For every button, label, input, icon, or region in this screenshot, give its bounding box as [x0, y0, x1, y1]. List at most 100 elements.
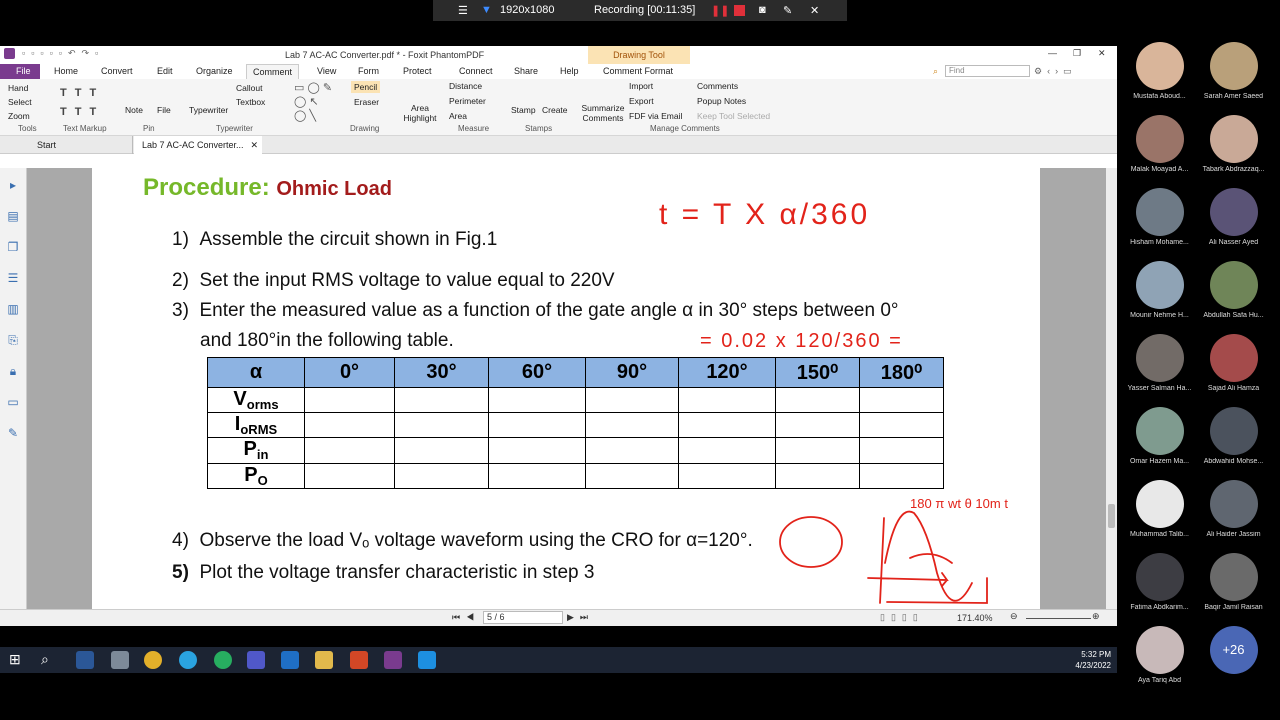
zoom-slider[interactable] — [1026, 618, 1091, 619]
nav-icons[interactable]: ⚙‹›▭ — [1034, 66, 1077, 77]
area-button[interactable]: Area — [449, 111, 467, 121]
tab-start[interactable]: Start — [28, 136, 133, 154]
perimeter-button[interactable]: Perimeter — [449, 96, 486, 106]
comments-dropdown[interactable]: Comments — [697, 81, 738, 91]
stop-icon[interactable] — [734, 5, 745, 16]
camera-icon[interactable]: ◙ — [759, 4, 766, 16]
participant-tile[interactable]: Malak Moayad A... — [1123, 115, 1196, 173]
scrollbar-thumb[interactable] — [1108, 504, 1115, 528]
telegram-icon[interactable] — [179, 651, 197, 669]
menu-home[interactable]: Home — [54, 66, 78, 76]
page-number-input[interactable]: 5 / 6 — [483, 611, 563, 624]
participant-tile[interactable]: Omar Hazem Ma... — [1123, 407, 1196, 465]
tool-select[interactable]: Select — [8, 97, 32, 107]
whatsapp-icon[interactable] — [214, 651, 232, 669]
minimize-button[interactable]: — — [1048, 48, 1057, 58]
close-button[interactable]: ✕ — [1098, 48, 1106, 59]
pencil-button[interactable]: Pencil — [351, 81, 381, 93]
popup-notes-dropdown[interactable]: Popup Notes — [697, 96, 746, 106]
participant-tile[interactable]: Sarah Amer Saeed — [1197, 42, 1270, 100]
view-mode-icons[interactable]: ▯▯▯▯ — [880, 612, 924, 623]
page-nav-next[interactable]: ▶⏭ — [567, 612, 594, 623]
pause-icon[interactable]: ❚❚ — [711, 4, 729, 17]
pin-file[interactable]: File — [157, 105, 171, 115]
participant-tile[interactable]: Baqir Jamil Raisan — [1197, 553, 1270, 611]
fdf-email-button[interactable]: FDF via Email — [629, 111, 682, 121]
powerpoint-icon[interactable] — [350, 651, 368, 669]
tool-hand[interactable]: Hand — [8, 83, 28, 93]
textbox-button[interactable]: Textbox — [236, 97, 265, 107]
file-explorer-icon[interactable] — [315, 651, 333, 669]
participant-tile[interactable]: Hisham Mohame... — [1123, 188, 1196, 246]
outlook-icon[interactable] — [281, 651, 299, 669]
menu-protect[interactable]: Protect — [403, 66, 432, 76]
participant-tile[interactable]: Tabark Abdrazzaq... — [1197, 115, 1270, 173]
menu-connect[interactable]: Connect — [459, 66, 493, 76]
keep-tool-selected[interactable]: Keep Tool Selected — [697, 111, 770, 121]
windows-start-icon[interactable]: ⊞ — [9, 651, 27, 669]
stamp-button[interactable]: Stamp — [511, 105, 536, 115]
find-input[interactable]: Find — [945, 65, 1030, 77]
menu-file[interactable]: File — [0, 64, 40, 79]
participant-tile[interactable]: Yasser Salman Ha... — [1123, 334, 1196, 392]
menu-comment[interactable]: Comment — [246, 64, 300, 79]
text-markup-icons-2[interactable]: TTT — [60, 106, 104, 118]
participant-tile[interactable]: Ali Nasser Ayed — [1197, 188, 1270, 246]
menu-convert[interactable]: Convert — [101, 66, 133, 76]
maximize-button[interactable]: ❐ — [1073, 48, 1081, 59]
import-button[interactable]: Import — [629, 81, 653, 91]
export-button[interactable]: Export — [629, 96, 654, 106]
menu-icon[interactable]: ☰ — [458, 4, 468, 17]
foxit-icon[interactable] — [384, 651, 402, 669]
menu-organize[interactable]: Organize — [196, 66, 233, 76]
participant-tile[interactable]: Muhammad Talib... — [1123, 480, 1196, 538]
text-markup-icons[interactable]: TTT — [60, 87, 104, 99]
eraser-button[interactable]: Eraser — [354, 97, 379, 107]
participant-tile[interactable]: Mustafa Aboud... — [1123, 42, 1196, 100]
vertical-scrollbar[interactable] — [1106, 168, 1117, 609]
search-icon[interactable]: ⌕ — [41, 651, 59, 669]
page-nav-prev[interactable]: ⏮◀ — [452, 612, 480, 623]
tool-zoom[interactable]: Zoom — [8, 111, 30, 121]
avatar — [1135, 115, 1184, 163]
sidebar-icons[interactable]: ▸ ▤ ❐ ☰ ▥ ⎘ 🔒︎ ▭ ✎ — [0, 168, 26, 449]
area-highlight-button[interactable]: Area Highlight — [402, 103, 438, 123]
close-icon[interactable]: ✕ — [810, 4, 819, 17]
menu-share[interactable]: Share — [514, 66, 538, 76]
participant-tile[interactable]: Fatima Abdkarim... — [1123, 553, 1196, 611]
menu-edit[interactable]: Edit — [157, 66, 173, 76]
summarize-comments-button[interactable]: Summarize Comments — [581, 103, 625, 123]
group-label: Stamps — [525, 124, 553, 133]
create-button[interactable]: Create — [542, 105, 568, 115]
zoom-out-icon[interactable]: ⊖ — [1010, 611, 1018, 622]
zoom-in-icon[interactable]: ⊕ — [1092, 611, 1100, 622]
participant-tile[interactable]: Abdullah Safa Hu... — [1197, 261, 1270, 319]
chrome-icon[interactable] — [144, 651, 162, 669]
participant-tile[interactable]: Aya Tariq Abd — [1123, 626, 1196, 684]
pen-icon[interactable]: ✎ — [783, 4, 792, 17]
menu-help[interactable]: Help — [560, 66, 579, 76]
document-tabs: Start Lab 7 AC-AC Converter... ✕ — [0, 136, 1117, 154]
callout-button[interactable]: Callout — [236, 83, 262, 93]
participant-tile[interactable]: Abdwahid Mohse... — [1197, 407, 1270, 465]
pin-icon[interactable]: ▼ — [481, 4, 492, 16]
quick-access-icons[interactable]: ▫▫▫▫▫↶↷▫ — [22, 48, 104, 59]
menu-comment-format[interactable]: Comment Format — [603, 66, 673, 76]
typewriter-button[interactable]: Typewriter — [189, 105, 228, 115]
more-participants-button[interactable]: +26 — [1197, 626, 1270, 674]
close-tab-icon[interactable]: ✕ — [250, 140, 258, 151]
participant-tile[interactable]: Sajad Ali Hamza — [1197, 334, 1270, 392]
avatar — [1135, 188, 1184, 236]
teams-icon[interactable] — [247, 651, 265, 669]
distance-button[interactable]: Distance — [449, 81, 482, 91]
pin-note[interactable]: Note — [125, 105, 143, 115]
word-icon[interactable] — [76, 651, 94, 669]
shape-tools-icons[interactable]: ▭ ◯ ✎ ◯ ↖ ◯ ╲ — [294, 81, 332, 123]
menu-form[interactable]: Form — [358, 66, 379, 76]
tab-document[interactable]: Lab 7 AC-AC Converter... ✕ — [134, 136, 262, 154]
app2-icon[interactable] — [418, 651, 436, 669]
participant-tile[interactable]: Mounir Nehme H... — [1123, 261, 1196, 319]
menu-view[interactable]: View — [317, 66, 336, 76]
participant-tile[interactable]: Ali Haider Jassim — [1197, 480, 1270, 538]
app-icon[interactable] — [111, 651, 129, 669]
